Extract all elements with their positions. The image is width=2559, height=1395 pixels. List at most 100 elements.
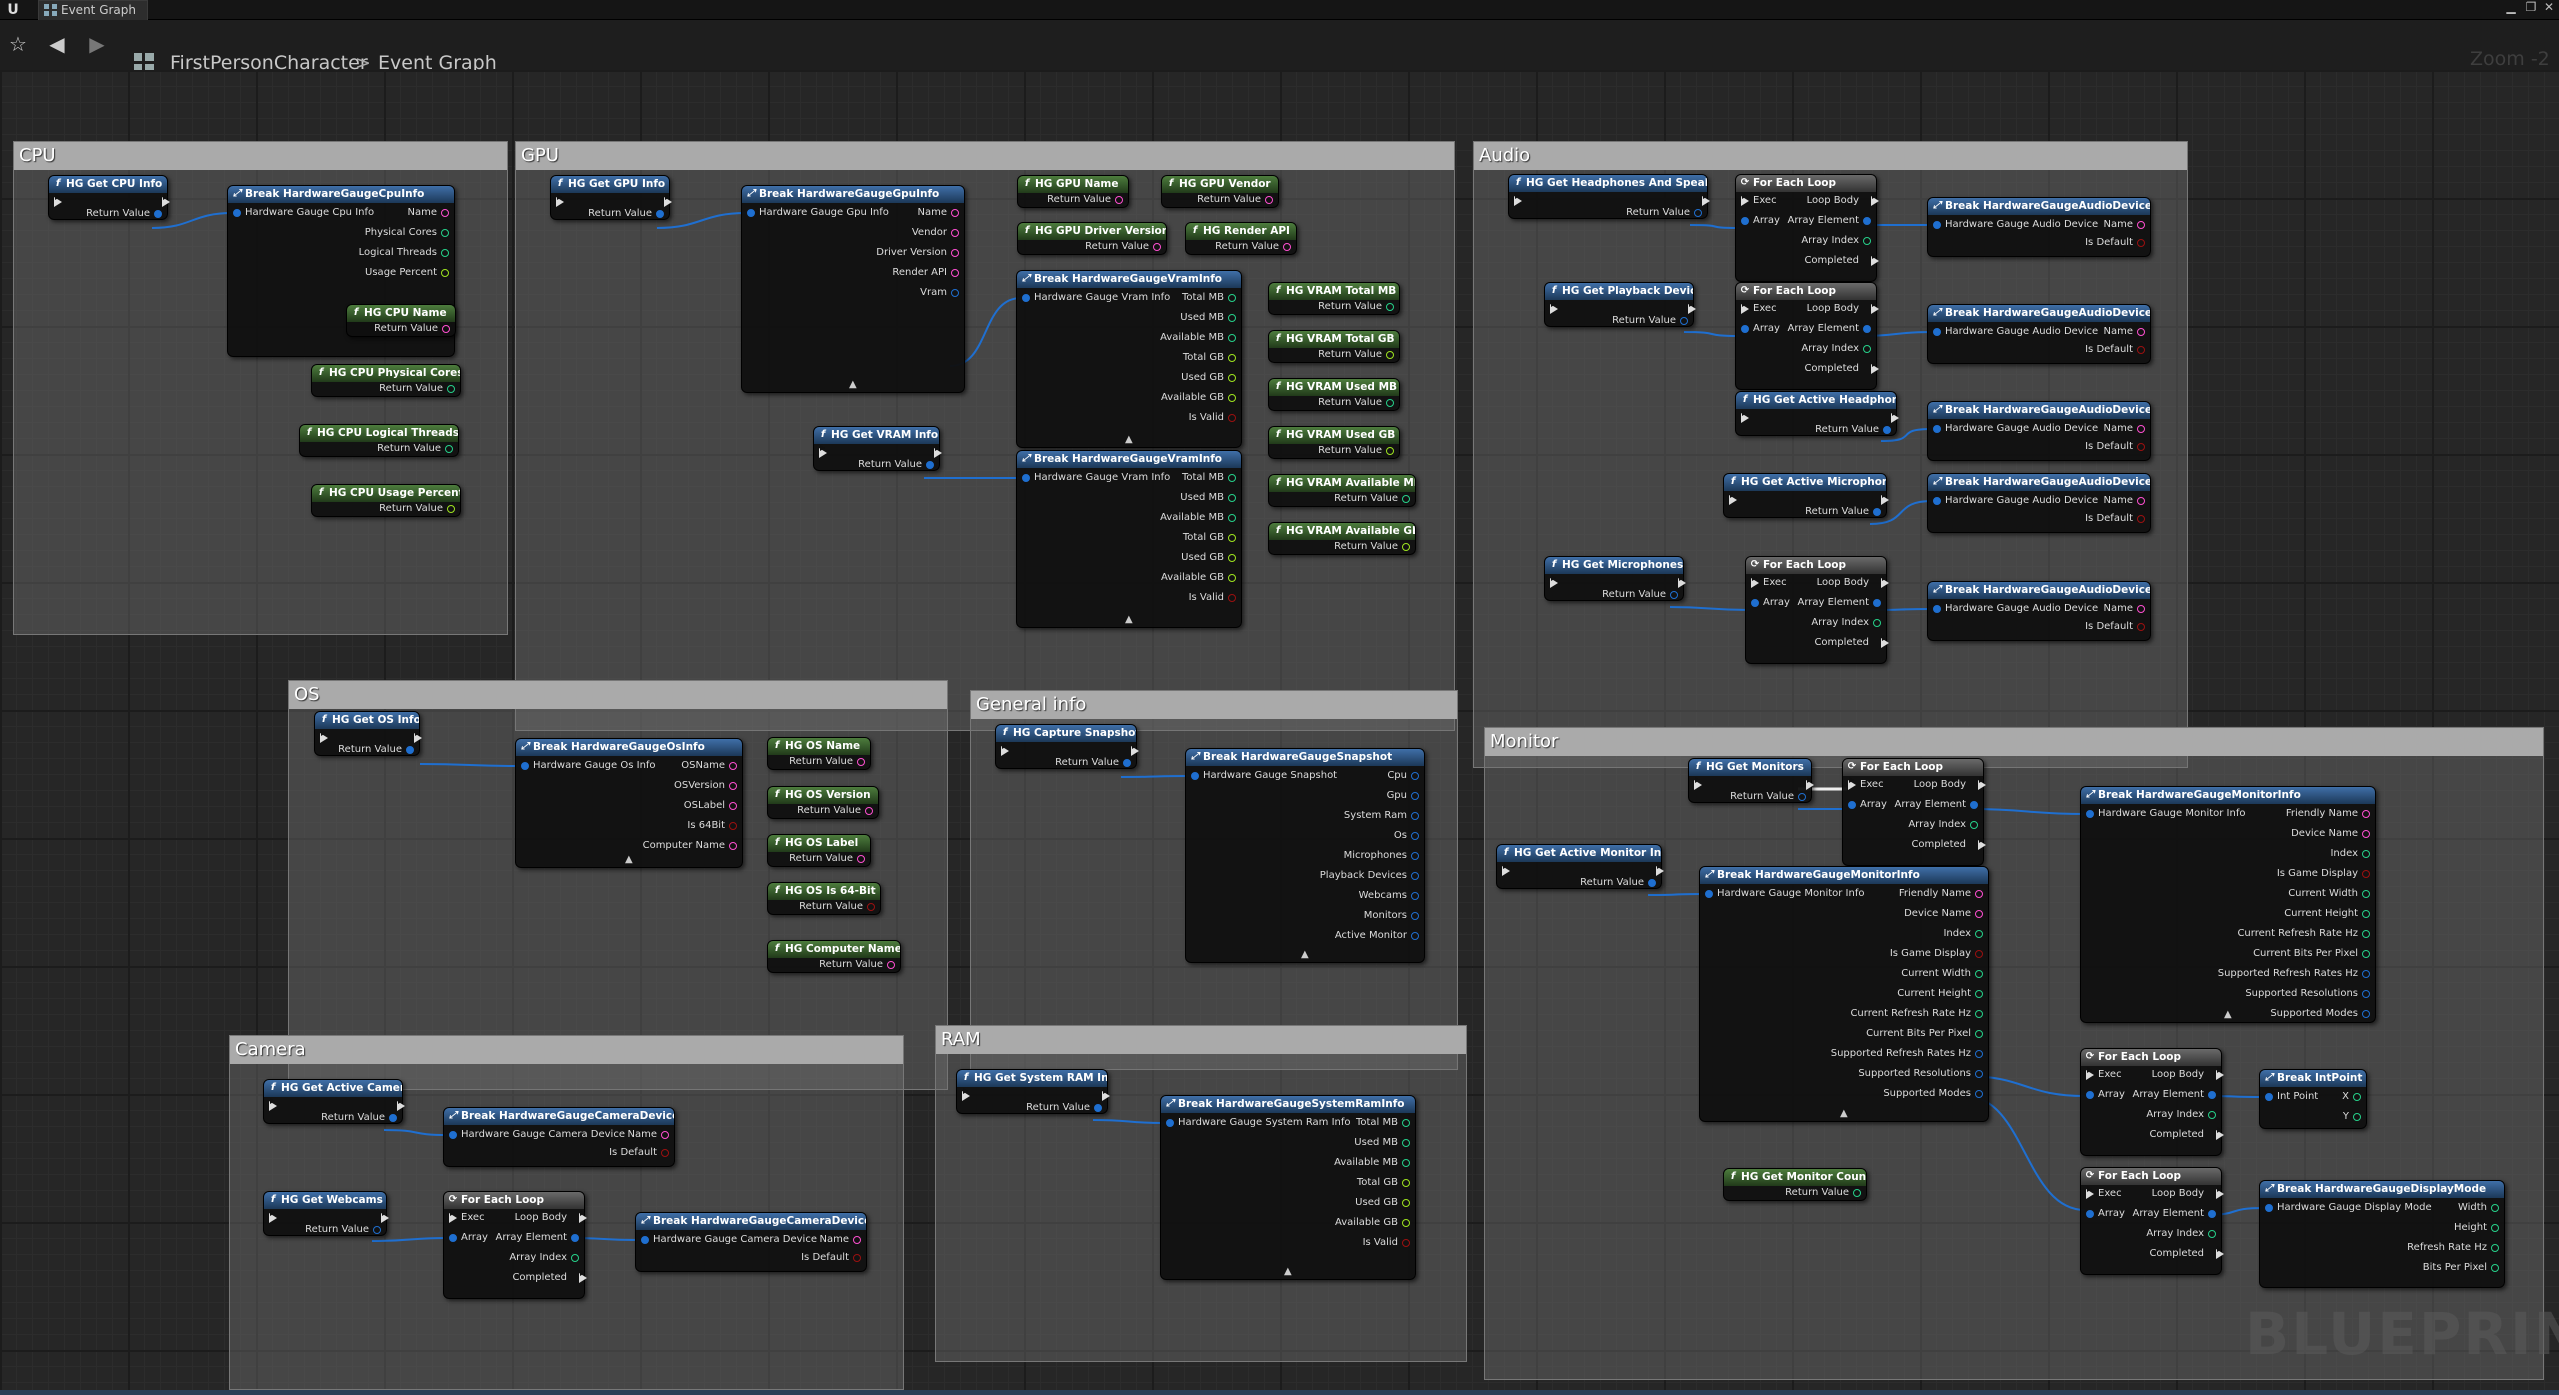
data-pin[interactable]: Current Width <box>2288 887 2372 901</box>
data-pin[interactable]: Available MB <box>1334 1156 1412 1170</box>
data-pin[interactable]: Physical Cores <box>365 226 451 240</box>
data-pin[interactable]: Array Element <box>2132 1207 2218 1221</box>
node-get-active-headphones[interactable]: f HG Get Active Headphones Return Value <box>1735 391 1899 436</box>
data-pin[interactable]: Available MB <box>1160 331 1238 345</box>
data-pin[interactable]: Used GB <box>1355 1196 1412 1210</box>
data-pin[interactable]: Total MB <box>1182 291 1238 305</box>
data-pin[interactable]: Is Default <box>2085 343 2147 357</box>
data-pin[interactable]: Computer Name <box>643 839 739 853</box>
data-pin[interactable]: Array <box>1739 214 1780 228</box>
data-pin[interactable]: Name <box>2103 494 2147 508</box>
node-break-intpoint[interactable]: ⤢ Break IntPoint Int Point X Y <box>2259 1069 2367 1129</box>
data-pin[interactable]: Return Value <box>1047 193 1125 207</box>
data-pin[interactable]: Return Value <box>1334 492 1412 506</box>
node-for-each-playback[interactable]: ⟳ For Each Loop Exec Array Loop Body Array El… <box>1735 282 1879 390</box>
data-pin[interactable]: Device Name <box>1904 907 1985 921</box>
exec-pin[interactable]: Completed <box>1911 837 1986 852</box>
data-pin[interactable]: Monitors <box>1364 909 1421 923</box>
data-pin[interactable]: Return Value <box>819 958 897 972</box>
data-pin[interactable]: Array Index <box>509 1251 581 1265</box>
data-pin[interactable]: Array Element <box>1797 596 1883 610</box>
data-pin[interactable]: Used MB <box>1180 311 1238 325</box>
data-pin[interactable]: Supported Refresh Rates Hz <box>2218 967 2372 981</box>
node-get-active-monitor-info[interactable]: f HG Get Active Monitor Info Return Value <box>1496 844 1664 890</box>
data-pin[interactable]: Webcams <box>1359 889 1421 903</box>
node-get-active-camera[interactable]: f HG Get Active Camera Return Value <box>263 1079 405 1124</box>
data-pin[interactable]: Hardware Gauge Os Info <box>519 759 656 773</box>
expand-arrow-icon[interactable]: ▲ <box>849 379 857 390</box>
data-pin[interactable]: Name <box>2103 422 2147 436</box>
node-get-monitor-count[interactable]: f HG Get Monitor Count Return Value <box>1723 1168 1867 1201</box>
data-pin[interactable]: Is Default <box>2085 512 2147 526</box>
exec-pin[interactable]: Loop Body <box>1807 301 1879 316</box>
data-pin[interactable]: Return Value <box>1318 300 1396 314</box>
node-cpu-logical-threads[interactable]: f HG CPU Logical Threads Return Value <box>299 424 459 457</box>
data-pin[interactable]: Is Valid <box>1189 591 1238 605</box>
data-pin[interactable]: OSName <box>681 759 739 773</box>
data-pin[interactable]: Available GB <box>1161 391 1238 405</box>
node-capture-snapshot[interactable]: f HG Capture Snapshot Return Value <box>995 724 1139 769</box>
data-pin[interactable]: Return Value <box>1626 206 1704 220</box>
data-pin[interactable]: Driver Version <box>876 246 961 260</box>
data-pin[interactable]: Current Width <box>1901 967 1985 981</box>
data-pin[interactable]: Hardware Gauge Audio Device <box>1931 602 2098 616</box>
data-pin[interactable]: System Ram <box>1344 809 1421 823</box>
data-pin[interactable]: Index <box>2330 847 2372 861</box>
data-pin[interactable]: Available MB <box>1160 511 1238 525</box>
node-break-audio-device-2[interactable]: ⤢ Break HardwareGaugeAudioDevice Hardware … <box>1927 304 2151 364</box>
data-pin[interactable]: Is Default <box>801 1251 863 1265</box>
node-get-playback-devices[interactable]: f HG Get Playback Devices Return Value <box>1544 282 1696 327</box>
data-pin[interactable]: Return Value <box>379 382 457 396</box>
exec-pin[interactable]: Completed <box>2149 1246 2224 1261</box>
data-pin[interactable]: Return Value <box>338 743 416 757</box>
data-pin[interactable]: Is Default <box>2085 236 2147 250</box>
exec-pin[interactable]: Exec <box>2084 1186 2122 1201</box>
forward-arrow-icon[interactable]: ▶ <box>84 31 110 57</box>
data-pin[interactable]: Total MB <box>1356 1116 1412 1130</box>
node-vram-used-gb[interactable]: f HG VRAM Used GB Return Value <box>1268 426 1400 459</box>
data-pin[interactable]: Return Value <box>1785 1186 1863 1200</box>
data-pin[interactable]: Is Valid <box>1189 411 1238 425</box>
data-pin[interactable]: Hardware Gauge Audio Device <box>1931 494 2098 508</box>
data-pin[interactable]: Current Refresh Rate Hz <box>2237 927 2372 941</box>
node-os-label[interactable]: f HG OS Label Return Value <box>767 834 871 867</box>
data-pin[interactable]: Bits Per Pixel <box>2423 1261 2501 1275</box>
exec-pin[interactable]: Completed <box>2149 1127 2224 1142</box>
data-pin[interactable]: Return Value <box>1334 540 1412 554</box>
data-pin[interactable]: Total MB <box>1182 471 1238 485</box>
node-get-vram-info[interactable]: f HG Get VRAM Info Return Value <box>813 426 942 471</box>
expand-arrow-icon[interactable]: ▲ <box>625 854 633 865</box>
node-for-each-microphones[interactable]: ⟳ For Each Loop Exec Array Loop Body Array El… <box>1745 556 1889 664</box>
exec-pin[interactable]: Exec <box>1749 575 1787 590</box>
data-pin[interactable]: Return Value <box>797 804 875 818</box>
data-pin[interactable]: Array Index <box>2146 1227 2218 1241</box>
data-pin[interactable]: Supported Resolutions <box>2245 987 2372 1001</box>
node-gpu-name[interactable]: f HG GPU Name Return Value <box>1017 175 1129 208</box>
exec-pin[interactable]: Exec <box>1739 301 1777 316</box>
node-get-system-ram-info[interactable]: f HG Get System RAM Info Return Value <box>956 1069 1110 1114</box>
data-pin[interactable]: Array Index <box>2146 1108 2218 1122</box>
node-break-os-info[interactable]: ⤢ Break HardwareGaugeOsInfo Hardware Gauge… <box>515 738 743 868</box>
node-break-audio-device-4[interactable]: ⤢ Break HardwareGaugeAudioDevice Hardware … <box>1927 473 2151 533</box>
data-pin[interactable]: Is Game Display <box>2277 867 2372 881</box>
data-pin[interactable]: Is Default <box>2085 620 2147 634</box>
data-pin[interactable]: Return Value <box>1580 876 1658 890</box>
data-pin[interactable]: Return Value <box>379 502 457 516</box>
data-pin[interactable]: Total GB <box>1183 531 1238 545</box>
node-break-monitor-info-2[interactable]: ⤢ Break HardwareGaugeMonitorInfo Hardware … <box>1699 866 1989 1122</box>
data-pin[interactable]: Used MB <box>1354 1136 1412 1150</box>
node-vram-used-mb[interactable]: f HG VRAM Used MB Return Value <box>1268 378 1400 411</box>
data-pin[interactable]: Hardware Gauge Gpu Info <box>745 206 889 220</box>
node-get-active-microphone[interactable]: f HG Get Active Microphone Return Value <box>1723 473 1889 518</box>
node-break-camera-device-2[interactable]: ⤢ Break HardwareGaugeCameraDevice Hardware… <box>635 1212 867 1272</box>
data-pin[interactable]: Available GB <box>1161 571 1238 585</box>
node-get-webcams[interactable]: f HG Get Webcams Return Value <box>263 1191 389 1236</box>
data-pin[interactable]: Is Valid <box>1363 1236 1412 1250</box>
data-pin[interactable]: Is 64Bit <box>687 819 739 833</box>
data-pin[interactable]: Usage Percent <box>365 266 451 280</box>
data-pin[interactable]: Hardware Gauge Display Mode <box>2263 1201 2432 1215</box>
node-break-audio-device-3[interactable]: ⤢ Break HardwareGaugeAudioDevice Hardware … <box>1927 401 2151 461</box>
node-computer-name[interactable]: f HG Computer Name Return Value <box>767 940 901 973</box>
data-pin[interactable]: Supported Resolutions <box>1858 1067 1985 1081</box>
data-pin[interactable]: X <box>2342 1090 2363 1104</box>
